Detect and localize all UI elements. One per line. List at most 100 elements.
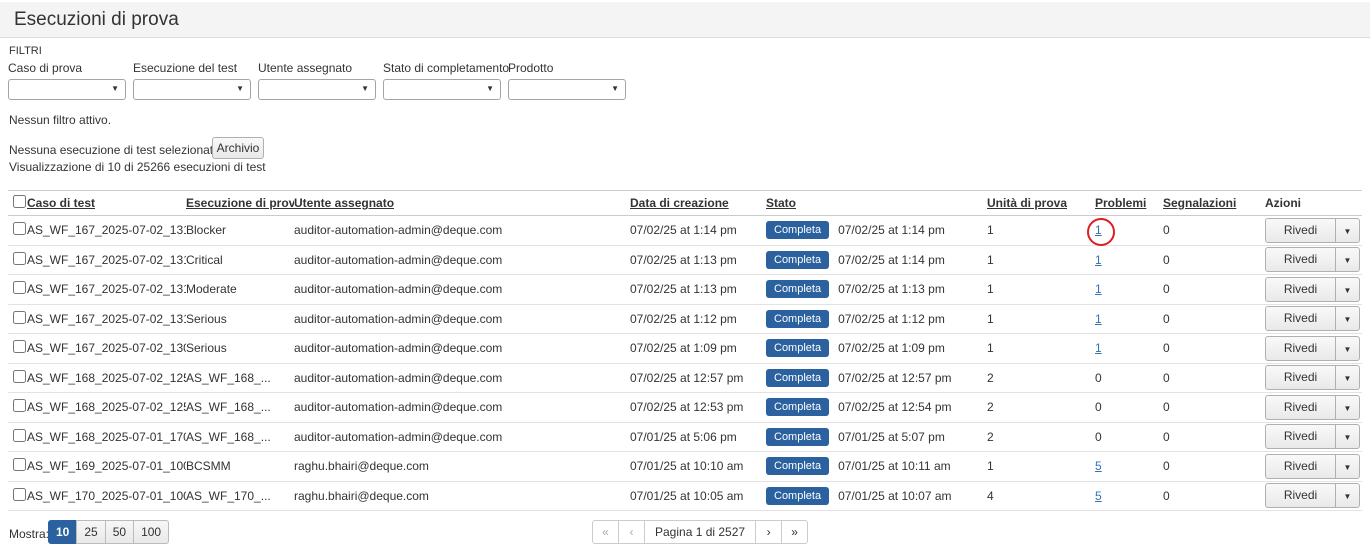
review-button[interactable]: Rivedi: [1266, 278, 1335, 301]
row-checkbox[interactable]: [13, 340, 26, 353]
page-size-10-button[interactable]: 10: [48, 520, 77, 544]
test-run-cell: Critical: [186, 253, 294, 267]
test-case-cell: AS_WF_168_2025-07-02_125247: [27, 400, 186, 414]
sort-test-case[interactable]: Caso di test: [27, 196, 95, 210]
sort-assigned-user[interactable]: Utente assegnato: [294, 196, 394, 210]
test-case-cell: AS_WF_167_2025-07-02_131142: [27, 312, 186, 326]
review-dropdown-toggle[interactable]: ▼: [1335, 396, 1359, 419]
row-checkbox[interactable]: [13, 311, 26, 324]
assigned-user-cell: auditor-automation-admin@deque.com: [294, 341, 630, 355]
page-size-25-button[interactable]: 25: [76, 520, 105, 544]
caret-down-icon: ▼: [1344, 492, 1352, 501]
review-button[interactable]: Rivedi: [1266, 425, 1335, 448]
assigned-user-cell: auditor-automation-admin@deque.com: [294, 400, 630, 414]
row-checkbox[interactable]: [13, 458, 26, 471]
review-dropdown-toggle[interactable]: ▼: [1335, 455, 1359, 478]
page-size-50-button[interactable]: 50: [105, 520, 134, 544]
review-dropdown-toggle[interactable]: ▼: [1335, 248, 1359, 271]
issues-count[interactable]: 1: [1095, 223, 1102, 237]
status-badge: Completa: [766, 369, 829, 387]
review-button[interactable]: Rivedi: [1266, 484, 1335, 507]
issues-count[interactable]: 5: [1095, 489, 1102, 503]
row-checkbox[interactable]: [13, 488, 26, 501]
flags-cell: 0: [1160, 253, 1265, 267]
sort-status[interactable]: Stato: [766, 196, 796, 210]
filter-label: Utente assegnato: [258, 61, 376, 75]
table-row: AS_WF_170_2025-07-01_100437 AS_WF_170_..…: [8, 482, 1362, 512]
sort-flags[interactable]: Segnalazioni: [1163, 196, 1236, 210]
creation-date-cell: 07/02/25 at 1:13 pm: [630, 253, 766, 267]
status-date: 07/02/25 at 1:09 pm: [838, 341, 945, 355]
caret-down-icon: ▼: [486, 84, 494, 93]
test-run-cell: AS_WF_168_...: [186, 371, 294, 385]
assigned-user-cell: auditor-automation-admin@deque.com: [294, 371, 630, 385]
filter-select-0[interactable]: ▼: [8, 79, 126, 100]
filter-select-1[interactable]: ▼: [133, 79, 251, 100]
issues-count[interactable]: 1: [1095, 312, 1102, 326]
status-badge: Completa: [766, 251, 829, 269]
filter-select-3[interactable]: ▼: [383, 79, 501, 100]
creation-date-cell: 07/02/25 at 12:57 pm: [630, 371, 766, 385]
caret-down-icon: ▼: [1344, 463, 1352, 472]
pagination-prev-button[interactable]: ‹: [618, 520, 645, 544]
review-button[interactable]: Rivedi: [1266, 219, 1335, 242]
row-checkbox[interactable]: [13, 252, 26, 265]
test-case-cell: AS_WF_169_2025-07-01_100946: [27, 459, 186, 473]
row-checkbox[interactable]: [13, 370, 26, 383]
pagination-first-button[interactable]: «: [592, 520, 619, 544]
status-cell: Completa 07/01/25 at 10:07 am: [766, 487, 985, 505]
filter-select-4[interactable]: ▼: [508, 79, 626, 100]
assigned-user-cell: raghu.bhairi@deque.com: [294, 459, 630, 473]
status-badge: Completa: [766, 339, 829, 357]
test-run-cell: AS_WF_170_...: [186, 489, 294, 503]
filters-bar: Caso di prova▼Esecuzione del test▼Utente…: [8, 61, 626, 100]
review-dropdown-toggle[interactable]: ▼: [1335, 366, 1359, 389]
review-dropdown-toggle[interactable]: ▼: [1335, 219, 1359, 242]
test-runs-table: Caso di test Esecuzione di prova Utente …: [8, 190, 1362, 511]
page-size-100-button[interactable]: 100: [133, 520, 169, 544]
test-units-cell: 2: [985, 371, 1090, 385]
issues-count[interactable]: 1: [1095, 341, 1102, 355]
sort-test-units[interactable]: Unità di prova: [987, 196, 1067, 210]
review-dropdown-toggle[interactable]: ▼: [1335, 425, 1359, 448]
review-button[interactable]: Rivedi: [1266, 337, 1335, 360]
test-units-cell: 2: [985, 400, 1090, 414]
creation-date-cell: 07/02/25 at 12:53 pm: [630, 400, 766, 414]
row-checkbox[interactable]: [13, 399, 26, 412]
sort-issues[interactable]: Problemi: [1095, 196, 1146, 210]
test-units-cell: 1: [985, 341, 1090, 355]
review-dropdown-toggle[interactable]: ▼: [1335, 337, 1359, 360]
status-cell: Completa 07/02/25 at 12:57 pm: [766, 369, 985, 387]
review-button[interactable]: Rivedi: [1266, 396, 1335, 419]
review-split-button: Rivedi ▼: [1265, 277, 1360, 302]
filter-select-2[interactable]: ▼: [258, 79, 376, 100]
caret-down-icon: ▼: [611, 84, 619, 93]
archive-button[interactable]: Archivio: [212, 137, 264, 159]
review-dropdown-toggle[interactable]: ▼: [1335, 307, 1359, 330]
issues-count[interactable]: 1: [1095, 253, 1102, 267]
status-date: 07/01/25 at 10:11 am: [838, 459, 951, 473]
issues-count[interactable]: 5: [1095, 459, 1102, 473]
table-row: AS_WF_167_2025-07-02_130832 Serious audi…: [8, 334, 1362, 364]
filter-0: Caso di prova▼: [8, 61, 126, 100]
table-row: AS_WF_167_2025-07-02_131142 Critical aud…: [8, 246, 1362, 276]
flags-cell: 0: [1160, 371, 1265, 385]
test-run-cell: Moderate: [186, 282, 294, 296]
review-button[interactable]: Rivedi: [1266, 248, 1335, 271]
review-dropdown-toggle[interactable]: ▼: [1335, 278, 1359, 301]
flags-cell: 0: [1160, 459, 1265, 473]
review-button[interactable]: Rivedi: [1266, 366, 1335, 389]
review-button[interactable]: Rivedi: [1266, 307, 1335, 330]
select-all-checkbox[interactable]: [13, 195, 26, 208]
review-button[interactable]: Rivedi: [1266, 455, 1335, 478]
review-dropdown-toggle[interactable]: ▼: [1335, 484, 1359, 507]
row-checkbox[interactable]: [13, 281, 26, 294]
status-badge: Completa: [766, 428, 829, 446]
row-checkbox[interactable]: [13, 429, 26, 442]
row-checkbox[interactable]: [13, 222, 26, 235]
sort-creation-date[interactable]: Data di creazione: [630, 196, 729, 210]
pagination-last-button[interactable]: »: [781, 520, 808, 544]
sort-test-run[interactable]: Esecuzione di prova: [186, 196, 294, 210]
pagination-next-button[interactable]: ›: [755, 520, 782, 544]
issues-count[interactable]: 1: [1095, 282, 1102, 296]
